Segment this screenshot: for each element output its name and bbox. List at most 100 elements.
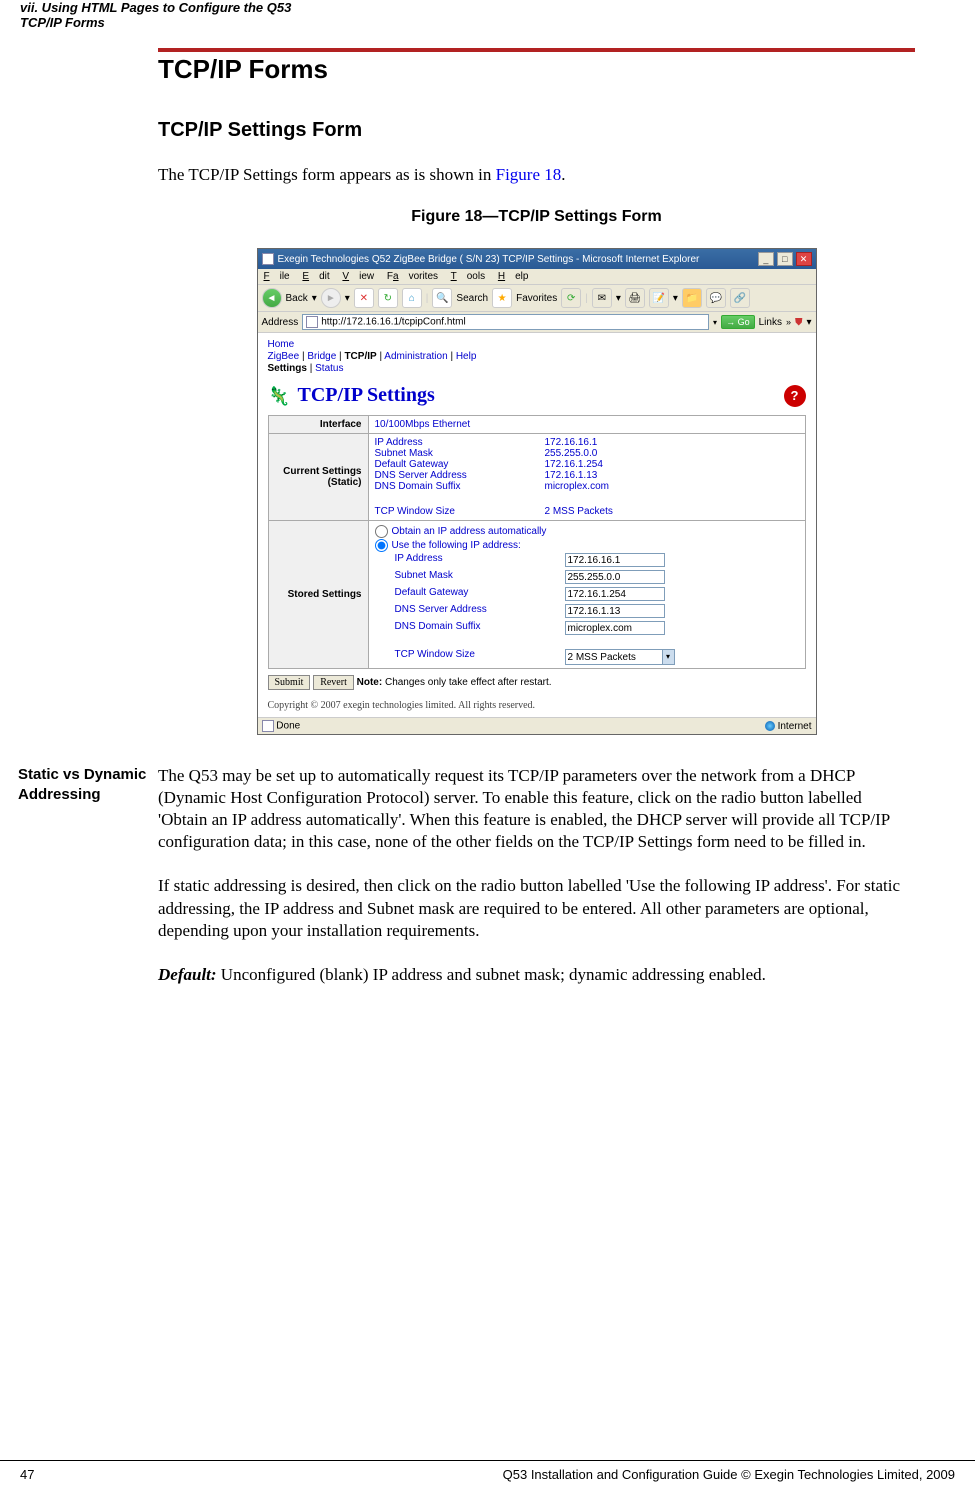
nav-bridge[interactable]: Bridge	[307, 351, 336, 362]
revert-button[interactable]: Revert	[313, 675, 354, 690]
print-button[interactable]: 🖨	[625, 288, 645, 308]
ie-status-bar: Done Internet	[258, 717, 816, 734]
search-icon[interactable]: 🔍	[432, 288, 452, 308]
s-dns-k: DNS Server Address	[395, 604, 565, 618]
refresh-button[interactable]: ↻	[378, 288, 398, 308]
back-label: Back	[286, 293, 308, 304]
folder-button[interactable]: 📁	[682, 288, 702, 308]
form-actions: Submit Revert Note: Changes only take ef…	[268, 675, 806, 690]
nav-home[interactable]: Home	[268, 339, 806, 350]
menu-edit[interactable]: Edit	[302, 271, 329, 282]
ie-window: Exegin Technologies Q52 ZigBee Bridge ( …	[257, 248, 817, 735]
menu-file[interactable]: File	[264, 271, 290, 282]
logo-icon: 🦎	[268, 386, 292, 406]
address-url: http://172.16.16.1/tcpipConf.html	[321, 317, 466, 328]
copyright: Copyright © 2007 exegin technologies lim…	[268, 700, 806, 711]
settings-table: Interface 10/100Mbps Ethernet Current Se…	[268, 415, 806, 669]
radio-auto[interactable]: Obtain an IP address automatically	[375, 525, 799, 538]
tcp-window-select[interactable]: 2 MSS Packets▾	[565, 649, 675, 665]
default-label: Default:	[158, 965, 217, 984]
suffix-input[interactable]: microplex.com	[565, 621, 665, 635]
menu-help[interactable]: Help	[498, 271, 529, 282]
cur-dns-v: 172.16.1.13	[545, 470, 598, 481]
menu-tools[interactable]: Tools	[451, 271, 485, 282]
cur-tcp-k: TCP Window Size	[375, 506, 545, 517]
note-label: Note:	[357, 677, 383, 688]
nav-help[interactable]: Help	[456, 351, 477, 362]
stored-settings-label: Stored Settings	[268, 521, 368, 669]
footer-text: Q53 Installation and Configuration Guide…	[503, 1467, 955, 1482]
intro-pre: The TCP/IP Settings form appears as is s…	[158, 165, 496, 184]
default-text: Unconfigured (blank) IP address and subn…	[217, 965, 766, 984]
figure-reference-link[interactable]: Figure 18	[496, 165, 562, 184]
cur-mask-k: Subnet Mask	[375, 448, 545, 459]
interface-value: 10/100Mbps Ethernet	[368, 416, 805, 434]
interface-label: Interface	[268, 416, 368, 434]
search-label: Search	[456, 293, 488, 304]
minimize-button[interactable]: _	[758, 252, 774, 266]
ip-input[interactable]: 172.16.16.1	[565, 553, 665, 567]
cur-ip-v: 172.16.16.1	[545, 437, 598, 448]
stop-button[interactable]: ✕	[354, 288, 374, 308]
nav-row-2: Settings | Status	[268, 363, 806, 374]
subsection-title: TCP/IP Settings Form	[158, 119, 915, 142]
favorites-icon[interactable]: ★	[492, 288, 512, 308]
edit-button[interactable]: 📝	[649, 288, 669, 308]
s-tcp-k: TCP Window Size	[395, 649, 565, 665]
dns-input[interactable]: 172.16.1.13	[565, 604, 665, 618]
mail-button[interactable]: ✉	[592, 288, 612, 308]
mask-input[interactable]: 255.255.0.0	[565, 570, 665, 584]
nav-row-1: ZigBee | Bridge | TCP/IP | Administratio…	[268, 351, 806, 362]
history-button[interactable]: ⟳	[561, 288, 581, 308]
paragraph-1: The Q53 may be set up to automatically r…	[158, 765, 915, 853]
cur-suf-k: DNS Domain Suffix	[375, 481, 545, 492]
radio-auto-label: Obtain an IP address automatically	[392, 526, 547, 537]
forward-button[interactable]: ►	[321, 288, 341, 308]
page-header: vii. Using HTML Pages to Configure the Q…	[0, 0, 975, 38]
intro-post: .	[561, 165, 565, 184]
status-zone: Internet	[778, 721, 812, 732]
address-input[interactable]: http://172.16.16.1/tcpipConf.html	[302, 314, 709, 330]
paragraph-2: If static addressing is desired, then cl…	[158, 875, 915, 941]
section-rule	[158, 48, 915, 52]
ie-toolbar: ◄ Back ▾ ► ▾ ✕ ↻ ⌂ | 🔍 Search ★ Favorite…	[258, 285, 816, 312]
discuss-button[interactable]: 💬	[706, 288, 726, 308]
page-body: Home ZigBee | Bridge | TCP/IP | Administ…	[258, 333, 816, 717]
home-button[interactable]: ⌂	[402, 288, 422, 308]
ie-title-bar: Exegin Technologies Q52 ZigBee Bridge ( …	[258, 249, 816, 269]
back-button[interactable]: ◄	[262, 288, 282, 308]
maximize-button[interactable]: □	[777, 252, 793, 266]
nav-settings[interactable]: Settings	[268, 363, 307, 374]
cur-tcp-v: 2 MSS Packets	[545, 506, 613, 517]
s-suf-k: DNS Domain Suffix	[395, 621, 565, 635]
menu-favorites[interactable]: Favorites	[387, 271, 438, 282]
radio-static-label: Use the following IP address:	[392, 540, 521, 551]
current-settings-cell: IP Address172.16.16.1 Subnet Mask255.255…	[368, 434, 805, 521]
s-mask-k: Subnet Mask	[395, 570, 565, 584]
page-title: TCP/IP Settings	[298, 384, 435, 407]
radio-static[interactable]: Use the following IP address:	[375, 539, 799, 552]
close-button[interactable]: ✕	[796, 252, 812, 266]
go-button[interactable]: → Go	[721, 315, 755, 329]
submit-button[interactable]: Submit	[268, 675, 311, 690]
nav-zigbee[interactable]: ZigBee	[268, 351, 300, 362]
security-icon[interactable]: ⛊	[795, 317, 803, 328]
nav-admin[interactable]: Administration	[384, 351, 447, 362]
ie-menu-bar: File Edit View Favorites Tools Help	[258, 269, 816, 285]
current-settings-label: Current Settings (Static)	[268, 434, 368, 521]
default-paragraph: Default: Unconfigured (blank) IP address…	[158, 964, 915, 986]
ie-page-icon	[262, 253, 274, 265]
note-text: Changes only take effect after restart.	[382, 677, 551, 688]
menu-view[interactable]: View	[342, 271, 374, 282]
research-button[interactable]: 🔗	[730, 288, 750, 308]
cur-gw-k: Default Gateway	[375, 459, 545, 470]
help-icon[interactable]: ?	[784, 385, 806, 407]
nav-tcpip[interactable]: TCP/IP	[344, 351, 376, 362]
figure-screenshot: Exegin Technologies Q52 ZigBee Bridge ( …	[257, 248, 817, 735]
links-label[interactable]: Links	[759, 317, 782, 328]
status-done: Done	[276, 721, 300, 732]
nav-status[interactable]: Status	[315, 363, 343, 374]
header-section: vii. Using HTML Pages to Configure the Q…	[20, 0, 955, 15]
ie-window-title: Exegin Technologies Q52 ZigBee Bridge ( …	[278, 254, 700, 265]
gw-input[interactable]: 172.16.1.254	[565, 587, 665, 601]
